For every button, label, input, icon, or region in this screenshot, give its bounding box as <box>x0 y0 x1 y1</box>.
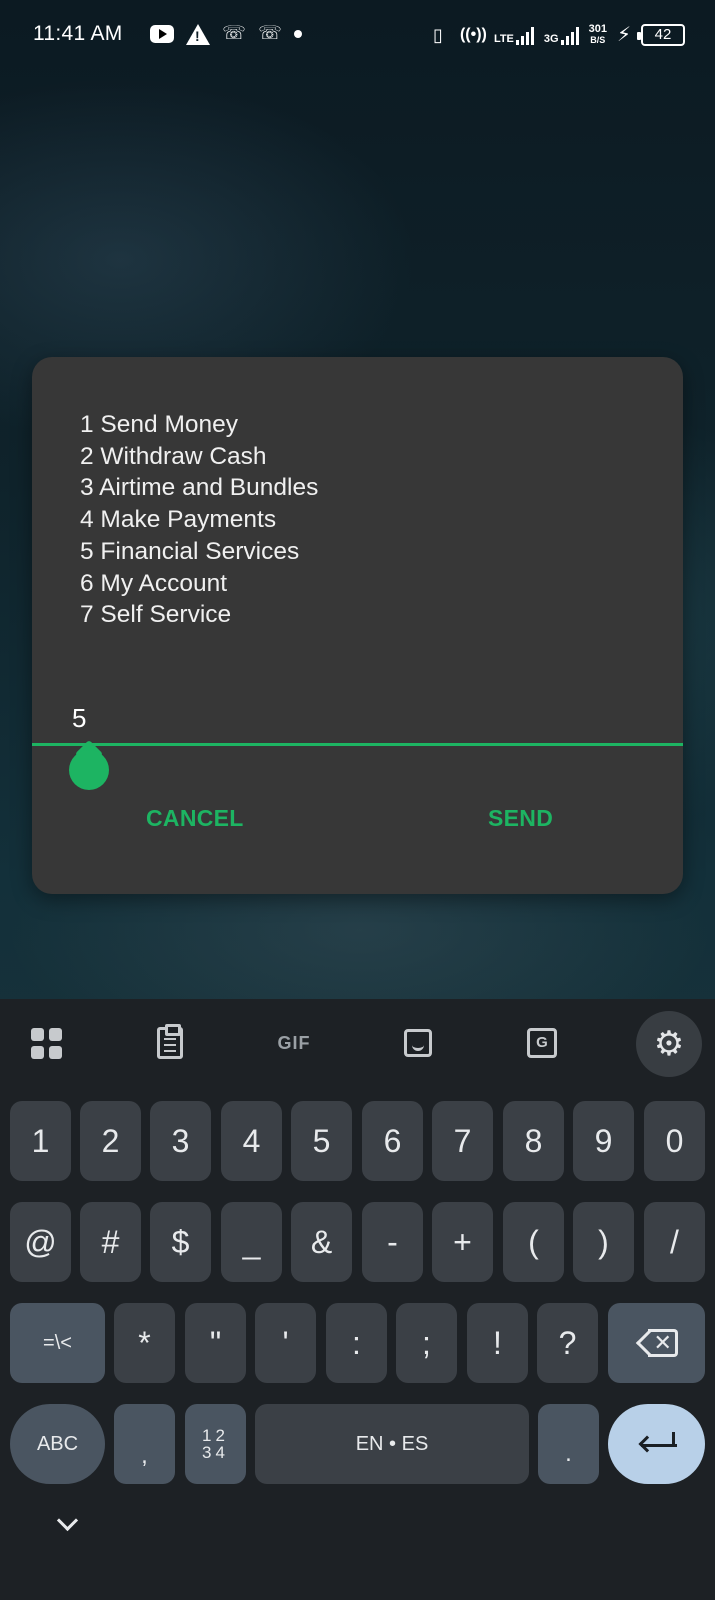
menu-option-2: 2 Withdraw Cash <box>80 442 267 470</box>
key-4[interactable]: 4 <box>221 1101 282 1181</box>
key-comma[interactable]: , <box>114 1404 175 1484</box>
more-symbols-key[interactable]: =\< <box>10 1303 105 1383</box>
translate-button[interactable]: G <box>520 1021 564 1065</box>
menu-option-6: 6 My Account <box>80 569 228 597</box>
keyboard-toolbar: GIF G ⚙ <box>0 999 715 1085</box>
keyboard-settings-button[interactable]: ⚙ <box>636 1011 702 1077</box>
key-1[interactable]: 1 <box>10 1101 71 1181</box>
key-5[interactable]: 5 <box>291 1101 352 1181</box>
wifi-call-icon: ☏ <box>258 23 282 44</box>
gif-icon: GIF <box>277 1032 311 1053</box>
key-6[interactable]: 6 <box>362 1101 423 1181</box>
more-notifications-dot-icon <box>294 30 302 38</box>
apps-grid-icon <box>30 1027 62 1059</box>
numpad-key-top: 12 <box>202 1426 229 1445</box>
key-single-quote[interactable]: ' <box>255 1303 316 1383</box>
input-underline <box>32 743 683 746</box>
gif-button[interactable]: GIF <box>272 1021 316 1065</box>
network-speed-unit: B/S <box>590 34 606 45</box>
space-bar[interactable]: EN • ES <box>255 1404 529 1484</box>
sticker-button[interactable] <box>396 1021 440 1065</box>
ussd-menu: 1 Send Money 2 Withdraw Cash 3 Airtime a… <box>80 409 318 631</box>
key-close-paren[interactable]: ) <box>573 1202 634 1282</box>
reply-input[interactable]: 5 <box>72 703 86 734</box>
menu-option-7: 7 Self Service <box>80 601 232 629</box>
numpad-key[interactable]: 12 34 <box>185 1404 246 1484</box>
key-3[interactable]: 3 <box>150 1101 211 1181</box>
key-underscore[interactable]: _ <box>221 1202 282 1282</box>
hotspot-icon: ((•)) <box>459 25 487 43</box>
3g-label: 3G <box>543 32 559 45</box>
menu-option-5: 5 Financial Services <box>80 537 300 565</box>
key-double-quote[interactable]: " <box>185 1303 246 1383</box>
key-7[interactable]: 7 <box>432 1101 493 1181</box>
backspace-icon: ✕ <box>635 1328 678 1358</box>
apps-grid-button[interactable] <box>24 1021 68 1065</box>
menu-option-3: 3 Airtime and Bundles <box>80 474 319 502</box>
backspace-key[interactable]: ✕ <box>608 1303 705 1383</box>
enter-key[interactable] <box>608 1404 705 1484</box>
numpad-key-bottom: 34 <box>202 1443 229 1462</box>
menu-option-4: 4 Make Payments <box>80 506 277 534</box>
enter-icon <box>637 1432 677 1456</box>
clipboard-icon <box>157 1024 183 1059</box>
youtube-icon <box>150 25 174 43</box>
cancel-button[interactable]: CANCEL <box>146 805 244 832</box>
lte-label: LTE <box>493 32 514 45</box>
key-8[interactable]: 8 <box>503 1101 564 1181</box>
network-speed-value: 301 <box>588 22 607 35</box>
key-slash[interactable]: / <box>644 1202 705 1282</box>
key-semicolon[interactable]: ; <box>396 1303 457 1383</box>
battery-icon: 42 <box>637 23 685 46</box>
wifi-call-icon: ☏ <box>222 23 246 44</box>
status-time: 11:41 AM <box>33 22 123 45</box>
key-0[interactable]: 0 <box>644 1101 705 1181</box>
charging-icon: ⚡ <box>616 24 631 46</box>
ussd-dialog: 1 Send Money 2 Withdraw Cash 3 Airtime a… <box>32 357 683 894</box>
sticker-icon <box>404 1029 432 1057</box>
gear-icon: ⚙ <box>653 1025 685 1063</box>
key-minus[interactable]: - <box>362 1202 423 1282</box>
key-at[interactable]: @ <box>10 1202 71 1282</box>
key-asterisk[interactable]: * <box>114 1303 175 1383</box>
key-ampersand[interactable]: & <box>291 1202 352 1282</box>
menu-option-1: 1 Send Money <box>80 411 238 438</box>
send-button[interactable]: SEND <box>488 805 553 832</box>
network-speed: 301 B/S <box>588 22 607 46</box>
key-plus[interactable]: + <box>432 1202 493 1282</box>
key-dollar[interactable]: $ <box>150 1202 211 1282</box>
key-colon[interactable]: : <box>326 1303 387 1383</box>
status-bar: 11:41 AM ☏ ☏ ▯ ((•)) LTE 3G 301 B/S ⚡ 42 <box>0 0 715 72</box>
cursor-handle[interactable] <box>69 739 109 790</box>
key-question[interactable]: ? <box>537 1303 598 1383</box>
warning-icon <box>186 23 210 45</box>
cursor-handle-drop <box>69 750 109 790</box>
abc-key[interactable]: ABC <box>10 1404 105 1484</box>
keyboard: GIF G ⚙ 1 2 3 4 5 6 7 8 9 0 @ # $ _ & - … <box>0 999 715 1600</box>
lte-signal-icon: LTE <box>494 25 534 45</box>
vibrate-icon: ▯ <box>432 24 443 45</box>
system-status-icons: ▯ ((•)) LTE 3G 301 B/S ⚡ 42 <box>426 22 685 47</box>
translate-icon: G <box>527 1028 557 1058</box>
hide-keyboard-button[interactable] <box>56 1511 80 1535</box>
notification-icons: ☏ ☏ <box>150 22 302 46</box>
key-open-paren[interactable]: ( <box>503 1202 564 1282</box>
key-2[interactable]: 2 <box>80 1101 141 1181</box>
3g-signal-icon: 3G <box>544 25 579 45</box>
key-exclamation[interactable]: ! <box>467 1303 528 1383</box>
key-period[interactable]: . <box>538 1404 599 1484</box>
key-9[interactable]: 9 <box>573 1101 634 1181</box>
key-hash[interactable]: # <box>80 1202 141 1282</box>
clipboard-button[interactable] <box>148 1021 192 1065</box>
